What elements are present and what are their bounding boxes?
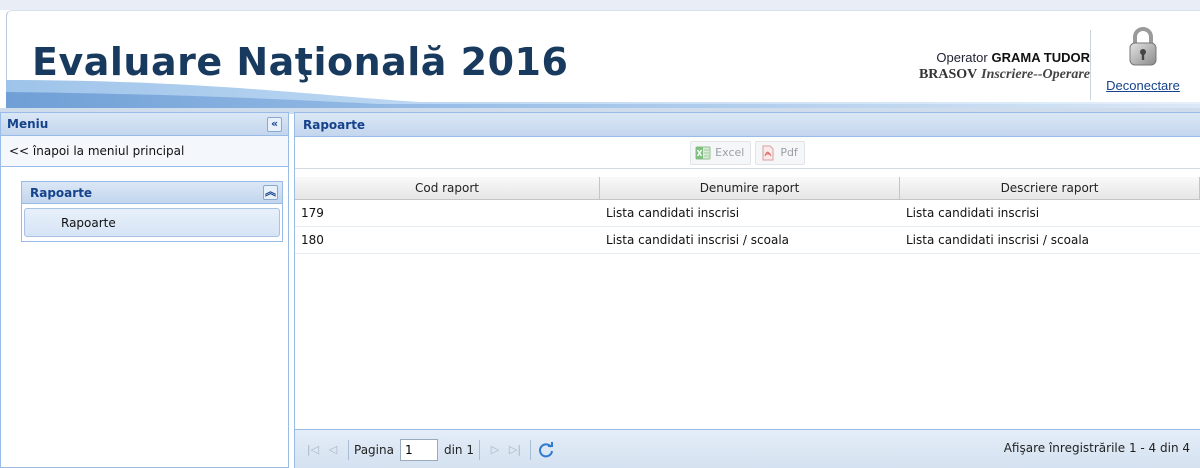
cell-report-description: Lista candidati inscrisi / scoala	[906, 233, 1090, 247]
logout-label[interactable]: Deconectare	[1098, 78, 1188, 93]
cell-report-name: Lista candidati inscrisi	[606, 206, 740, 220]
header-divider	[1090, 30, 1091, 100]
pager-separator	[529, 439, 531, 460]
logout-button[interactable]: Deconectare	[1098, 26, 1188, 98]
operator-role: Inscriere--Operare	[981, 67, 1090, 82]
main-panel-header: Rapoarte	[295, 113, 1200, 137]
export-excel-button[interactable]: Excel	[690, 140, 752, 165]
reports-grid: Cod raport Denumire raport Descriere rap…	[295, 177, 1200, 254]
report-toolbar: Excel Pdf	[295, 137, 1200, 169]
excel-label: Excel	[715, 146, 745, 159]
sidebar-header: Meniu «	[1, 113, 288, 136]
previous-page-icon[interactable]: ◁	[323, 440, 343, 460]
column-header-description[interactable]: Descriere raport	[900, 177, 1200, 199]
page-number-input[interactable]	[399, 438, 438, 461]
double-chevron-up-icon[interactable]: ︽	[263, 185, 278, 200]
sidebar-item-rapoarte[interactable]: Rapoarte	[24, 208, 280, 237]
page-label: Pagina	[354, 442, 394, 457]
user-info: Operator GRAMA TUDOR BRASOV Inscriere--O…	[919, 50, 1090, 83]
column-header-name[interactable]: Denumire raport	[600, 177, 900, 199]
cell-report-name: Lista candidati inscrisi / scoala	[606, 233, 790, 247]
table-row[interactable]: 179 Lista candidati inscrisi Lista candi…	[295, 200, 1200, 227]
grid-header-row: Cod raport Denumire raport Descriere rap…	[295, 177, 1200, 200]
pdf-label: Pdf	[780, 146, 798, 159]
export-pdf-button[interactable]: Pdf	[755, 140, 805, 165]
cell-report-code: 180	[301, 233, 324, 247]
excel-icon	[695, 146, 711, 159]
column-header-code[interactable]: Cod raport	[295, 177, 600, 199]
table-row[interactable]: 180 Lista candidati inscrisi / scoala Li…	[295, 227, 1200, 254]
operator-name: GRAMA TUDOR	[991, 50, 1090, 65]
back-to-main-menu-link[interactable]: << înapoi la meniul principal	[1, 136, 288, 167]
next-page-icon[interactable]: ▷	[485, 440, 505, 460]
sidebar-title: Meniu	[7, 117, 49, 131]
page-count-label: din 1	[443, 442, 474, 457]
lock-icon	[1129, 27, 1157, 66]
pdf-icon	[762, 145, 774, 160]
app-title: Evaluare Naţională 2016	[32, 40, 569, 84]
pager-separator	[478, 439, 480, 460]
menu-group-title: Rapoarte	[30, 185, 93, 200]
menu-group-rapoarte: Rapoarte ︽ Rapoarte	[21, 181, 283, 242]
last-page-icon[interactable]: ▷|	[505, 440, 525, 460]
main-panel-title: Rapoarte	[303, 117, 366, 132]
refresh-icon[interactable]	[536, 440, 556, 460]
first-page-icon[interactable]: |◁	[303, 440, 323, 460]
pager-separator	[348, 439, 349, 460]
app-header: Evaluare Naţională 2016 Operator GRAMA T…	[0, 0, 1200, 108]
menu-group-header[interactable]: Rapoarte ︽	[22, 182, 282, 204]
main-panel: Rapoarte Excel Pdf Cod raport Denumire r…	[294, 112, 1200, 468]
cell-report-description: Lista candidati inscrisi	[906, 206, 1040, 220]
county-name: BRASOV	[918, 67, 978, 82]
paging-status-text: Afişare înregistrările 1 - 4 din 4	[1003, 441, 1190, 455]
double-chevron-left-icon[interactable]: «	[267, 117, 282, 132]
sidebar-panel: Meniu « << înapoi la meniul principal Ra…	[0, 112, 289, 468]
cell-report-code: 179	[301, 206, 324, 220]
paging-toolbar: |◁ ◁ Pagina din 1 ▷ ▷| Afişare înregistr…	[295, 429, 1200, 468]
operator-label: Operator	[936, 50, 988, 65]
